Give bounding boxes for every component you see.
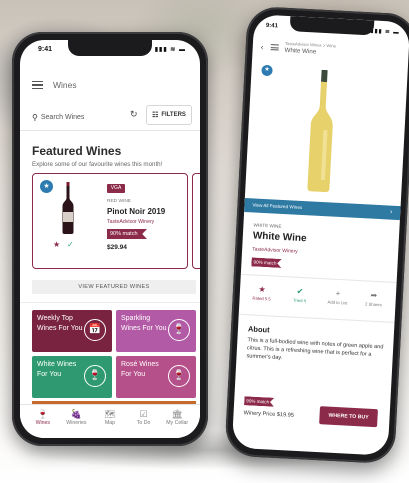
- winery-price: Winery Price $19.95: [243, 410, 295, 419]
- action-label: Rated 5.5: [252, 295, 271, 302]
- tab-label: Wineries: [66, 420, 87, 426]
- back-arrow-icon[interactable]: ‹: [261, 43, 264, 52]
- tab-label: Wines: [35, 420, 50, 426]
- right-phone: 9:41 ▮▮▮ ≋ ▬ ‹ TasteAdvisor Wines > Wine…: [224, 5, 409, 465]
- share-icon: ➦: [370, 290, 378, 301]
- status-time: 9:41: [265, 22, 279, 30]
- divider: [20, 302, 200, 303]
- tile-label: White Wines For You: [37, 361, 77, 378]
- wine-bottle-image: [62, 182, 74, 234]
- tab-label: To Do: [136, 420, 151, 426]
- tab-wines[interactable]: 🍷 Wines: [27, 409, 59, 438]
- search-placeholder: Search Wines: [40, 113, 85, 121]
- cellar-icon: 🏛: [171, 409, 183, 419]
- tab-todo[interactable]: ☑ To Do: [128, 409, 160, 438]
- vga-tag: VGA: [107, 184, 125, 193]
- tile-sparkling[interactable]: Sparkling Wines For You 🍷: [116, 310, 196, 352]
- detail-header: ‹ TasteAdvisor Wines > Wine White Wine: [260, 37, 401, 64]
- divider: [240, 273, 397, 284]
- badge-star-icon: ★: [261, 64, 273, 77]
- left-phone-screen: 9:41 ▮▮▮ ≋ ▬ Wines ⚲ Search Wines ↻ ☷ FI…: [20, 40, 200, 438]
- wine-name: Pinot Noir 2019: [107, 207, 166, 216]
- wine-price: $29.94: [107, 244, 127, 251]
- page-title: White Wine: [284, 46, 317, 56]
- tile-label: Rosé Wines For You: [121, 361, 159, 378]
- wine-type: RED WINE: [107, 199, 131, 204]
- plus-icon: +: [335, 288, 341, 299]
- status-icons: ▮▮▮ ≋ ▬: [154, 47, 186, 53]
- page-title: Wines: [53, 80, 77, 90]
- tried-action[interactable]: ✔ Tried It: [281, 286, 318, 304]
- featured-title: Featured Wines: [32, 144, 122, 158]
- filters-label: FILTERS: [161, 112, 186, 118]
- featured-subtitle: Explore some of our favourite wines this…: [32, 161, 163, 168]
- check-icon: ✔: [296, 286, 304, 297]
- wine-bottle-image: [307, 69, 333, 193]
- winery-name[interactable]: TasteAdvisor Winery: [252, 246, 298, 254]
- wine-glass-icon: 🍷: [168, 319, 190, 341]
- status-icons: ▮▮▮ ≋ ▬: [370, 28, 400, 36]
- action-label: 2 Shares: [364, 301, 382, 308]
- rating-star-icon[interactable]: ★: [53, 240, 60, 249]
- star-icon: ★: [258, 284, 266, 295]
- match-badge: 90% match: [107, 229, 147, 239]
- winery-name[interactable]: TasteAdvisor Winery: [107, 219, 154, 225]
- filters-button[interactable]: ☷ FILTERS: [146, 105, 192, 125]
- menu-icon[interactable]: [270, 44, 279, 51]
- menu-icon[interactable]: [32, 81, 43, 89]
- wine-name: White Wine: [252, 230, 307, 245]
- featured-wine-card[interactable]: ★ ★ ✓ VGA RED WINE Pinot Noir 2019 Taste…: [32, 173, 188, 269]
- calendar-icon: 📅: [84, 319, 106, 341]
- winery-icon: 🍇: [70, 409, 82, 419]
- app-header: Wines: [32, 76, 188, 94]
- search-input[interactable]: ⚲ Search Wines: [32, 110, 122, 124]
- view-all-featured-bar[interactable]: View All Featured Wines ›: [244, 197, 401, 221]
- tab-my-cellar[interactable]: 🏛 My Cellar: [161, 409, 193, 438]
- tab-label: My Cellar: [166, 420, 189, 426]
- view-featured-button[interactable]: VIEW FEATURED WINES: [32, 280, 196, 294]
- map-icon: 🗺: [104, 409, 116, 419]
- about-text: This is a full-bodied wine with notes of…: [246, 337, 384, 362]
- view-all-label: View All Featured Wines: [252, 202, 303, 210]
- share-action[interactable]: ➦ 2 Shares: [355, 290, 392, 308]
- divider: [20, 130, 200, 131]
- wine-glass-icon: 🍷: [168, 365, 190, 387]
- status-time: 9:41: [38, 46, 53, 53]
- todo-icon: ☑: [139, 409, 148, 419]
- wine-icon: 🍷: [37, 409, 49, 419]
- tile-weekly-top[interactable]: Weekly Top Wines For You 📅: [32, 310, 112, 352]
- action-label: Tried It: [292, 297, 307, 304]
- where-to-buy-button[interactable]: WHERE TO BUY: [319, 406, 378, 428]
- badge-star-icon: ★: [40, 180, 53, 193]
- search-icon: ⚲: [32, 112, 38, 122]
- refresh-icon[interactable]: ↻: [130, 109, 138, 120]
- divider: [238, 313, 395, 323]
- add-to-list-action[interactable]: + Add to List: [319, 288, 356, 306]
- tab-map[interactable]: 🗺 Map: [94, 409, 126, 438]
- tab-label: Map: [104, 420, 116, 426]
- rated-action[interactable]: ★ Rated 5.5: [243, 284, 280, 302]
- tile-rose[interactable]: Rosé Wines For You 🍷: [116, 356, 196, 398]
- left-phone: 9:41 ▮▮▮ ≋ ▬ Wines ⚲ Search Wines ↻ ☷ FI…: [12, 32, 208, 446]
- next-card-peek[interactable]: [192, 173, 200, 269]
- tile-label: Sparkling Wines For You: [121, 315, 167, 332]
- about-heading: About: [247, 324, 270, 335]
- tile-white[interactable]: White Wines For You 🍷: [32, 356, 112, 398]
- wine-glass-icon: 🍷: [84, 365, 106, 387]
- tried-check-icon[interactable]: ✓: [67, 240, 74, 249]
- wine-type: WHITE WINE: [253, 222, 282, 229]
- action-label: Add to List: [327, 299, 348, 306]
- tab-wineries[interactable]: 🍇 Wineries: [60, 409, 92, 438]
- tile-label: Weekly Top Wines For You: [37, 315, 83, 332]
- phone-notch: [68, 40, 152, 56]
- right-phone-screen: 9:41 ▮▮▮ ≋ ▬ ‹ TasteAdvisor Wines > Wine…: [231, 14, 409, 456]
- filter-icon: ☷: [152, 112, 159, 119]
- match-badge: 90% match: [244, 396, 274, 407]
- bottom-tab-bar: 🍷 Wines 🍇 Wineries 🗺 Map ☑ To Do 🏛 My Ce…: [20, 404, 200, 438]
- match-badge: 90% match: [251, 257, 281, 268]
- chevron-right-icon: ›: [389, 208, 393, 216]
